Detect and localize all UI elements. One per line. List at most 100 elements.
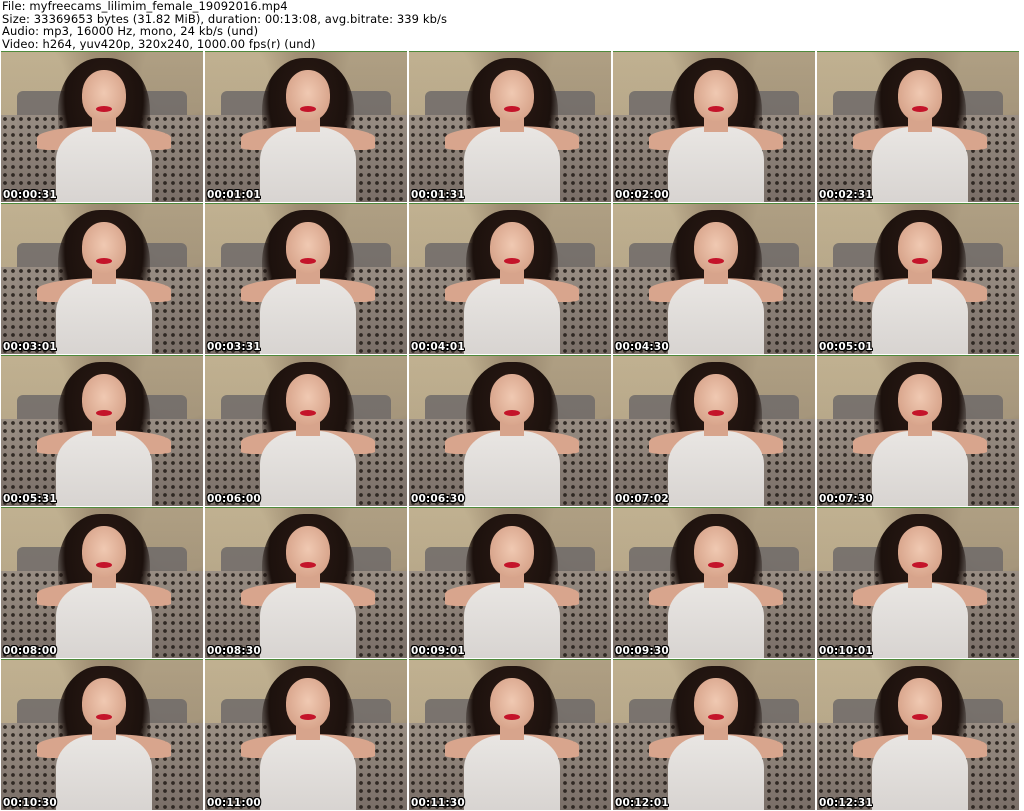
frame-timestamp: 00:12:01 <box>615 797 669 809</box>
frame-lips <box>503 410 521 416</box>
frame-face <box>897 70 943 121</box>
frame-lips <box>911 410 929 416</box>
frame-face <box>489 70 535 121</box>
video-frame-thumbnail: 00:08:00 <box>1 507 203 658</box>
frame-lips <box>707 410 725 416</box>
video-frame-thumbnail: 00:06:00 <box>205 355 407 506</box>
file-info-header: File: myfreecams_lilimim_female_19092016… <box>2 0 1022 50</box>
frame-torso <box>667 735 765 810</box>
frame-face <box>489 678 535 729</box>
frame-timestamp: 00:05:01 <box>819 341 873 353</box>
frame-torso <box>55 431 153 506</box>
frame-lips <box>95 562 113 568</box>
frame-lips <box>707 714 725 720</box>
frame-timestamp: 00:08:30 <box>207 645 261 657</box>
frame-timestamp: 00:05:31 <box>3 493 57 505</box>
frame-face <box>285 526 331 577</box>
frame-face <box>693 374 739 425</box>
frame-face <box>693 222 739 273</box>
frame-timestamp: 00:06:00 <box>207 493 261 505</box>
frame-torso <box>463 431 561 506</box>
frame-face <box>81 526 127 577</box>
frame-torso <box>871 735 969 810</box>
frame-torso <box>259 279 357 354</box>
frame-face <box>489 374 535 425</box>
frame-face <box>81 222 127 273</box>
frame-lips <box>299 106 317 112</box>
frame-lips <box>503 562 521 568</box>
video-frame-thumbnail: 00:09:30 <box>613 507 815 658</box>
frame-lips <box>95 258 113 264</box>
frame-lips <box>707 258 725 264</box>
frame-torso <box>259 127 357 202</box>
frame-lips <box>911 106 929 112</box>
frame-lips <box>503 106 521 112</box>
frame-torso <box>259 583 357 658</box>
frame-face <box>897 374 943 425</box>
video-frame-thumbnail: 00:08:30 <box>205 507 407 658</box>
frame-face <box>489 222 535 273</box>
frame-torso <box>871 431 969 506</box>
frame-torso <box>667 431 765 506</box>
video-frame-thumbnail: 00:12:01 <box>613 659 815 810</box>
frame-timestamp: 00:03:31 <box>207 341 261 353</box>
frame-timestamp: 00:07:30 <box>819 493 873 505</box>
frame-torso <box>667 583 765 658</box>
frame-timestamp: 00:04:01 <box>411 341 465 353</box>
frame-timestamp: 00:06:30 <box>411 493 465 505</box>
frame-face <box>285 678 331 729</box>
frame-timestamp: 00:11:00 <box>207 797 261 809</box>
video-frame-thumbnail: 00:05:01 <box>817 203 1019 354</box>
frame-timestamp: 00:08:00 <box>3 645 57 657</box>
frame-lips <box>95 106 113 112</box>
video-frame-thumbnail: 00:10:01 <box>817 507 1019 658</box>
frame-face <box>285 374 331 425</box>
frame-lips <box>707 106 725 112</box>
frame-face <box>285 70 331 121</box>
frame-timestamp: 00:10:30 <box>3 797 57 809</box>
frame-timestamp: 00:04:30 <box>615 341 669 353</box>
frame-timestamp: 00:01:31 <box>411 189 465 201</box>
audio-info-line: Audio: mp3, 16000 Hz, mono, 24 kb/s (und… <box>2 24 259 38</box>
video-frame-thumbnail: 00:11:30 <box>409 659 611 810</box>
frame-face <box>897 526 943 577</box>
frame-torso <box>871 127 969 202</box>
video-frame-thumbnail: 00:09:01 <box>409 507 611 658</box>
video-frame-thumbnail: 00:10:30 <box>1 659 203 810</box>
video-frame-thumbnail: 00:01:31 <box>409 51 611 202</box>
frame-face <box>897 678 943 729</box>
frame-lips <box>299 410 317 416</box>
video-frame-thumbnail: 00:02:00 <box>613 51 815 202</box>
frame-timestamp: 00:12:31 <box>819 797 873 809</box>
frame-lips <box>707 562 725 568</box>
video-frame-thumbnail: 00:06:30 <box>409 355 611 506</box>
frame-torso <box>55 583 153 658</box>
frame-timestamp: 00:02:00 <box>615 189 669 201</box>
frame-timestamp: 00:01:01 <box>207 189 261 201</box>
frame-torso <box>259 431 357 506</box>
frame-timestamp: 00:11:30 <box>411 797 465 809</box>
frame-timestamp: 00:03:01 <box>3 341 57 353</box>
frame-lips <box>95 410 113 416</box>
frame-torso <box>259 735 357 810</box>
video-info-line: Video: h264, yuv420p, 320x240, 1000.00 f… <box>2 36 316 51</box>
frame-face <box>81 70 127 121</box>
frame-timestamp: 00:10:01 <box>819 645 873 657</box>
frame-face <box>81 374 127 425</box>
video-frame-thumbnail: 00:04:01 <box>409 203 611 354</box>
frame-face <box>81 678 127 729</box>
frame-face <box>285 222 331 273</box>
frame-torso <box>667 279 765 354</box>
frame-timestamp: 00:07:02 <box>615 493 669 505</box>
frame-lips <box>911 562 929 568</box>
frame-torso <box>55 735 153 810</box>
video-frame-thumbnail: 00:03:01 <box>1 203 203 354</box>
frame-timestamp: 00:09:30 <box>615 645 669 657</box>
video-frame-thumbnail: 00:02:31 <box>817 51 1019 202</box>
frame-torso <box>463 279 561 354</box>
video-frame-thumbnail: 00:07:30 <box>817 355 1019 506</box>
file-name-line: File: myfreecams_lilimim_female_19092016… <box>2 0 288 13</box>
video-frame-thumbnail: 00:04:30 <box>613 203 815 354</box>
frame-lips <box>911 258 929 264</box>
frame-lips <box>299 714 317 720</box>
